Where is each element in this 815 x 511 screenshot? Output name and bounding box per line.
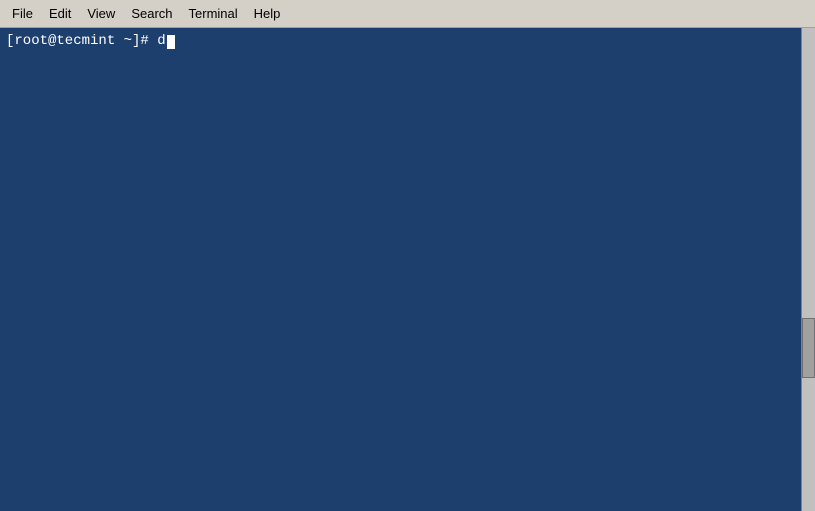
menu-view[interactable]: View (79, 3, 123, 25)
prompt-text: [root@tecmint ~]# d (6, 32, 166, 52)
scrollbar[interactable] (801, 28, 815, 511)
menu-file[interactable]: File (4, 3, 41, 25)
terminal-area[interactable]: [root@tecmint ~]# d (0, 28, 815, 511)
menu-help[interactable]: Help (246, 3, 289, 25)
menu-terminal[interactable]: Terminal (181, 3, 246, 25)
menubar: File Edit View Search Terminal Help (0, 0, 815, 28)
prompt-line: [root@tecmint ~]# d (6, 32, 809, 52)
cursor (167, 35, 175, 49)
menu-edit[interactable]: Edit (41, 3, 79, 25)
menu-search[interactable]: Search (123, 3, 180, 25)
scrollbar-thumb[interactable] (802, 318, 815, 378)
